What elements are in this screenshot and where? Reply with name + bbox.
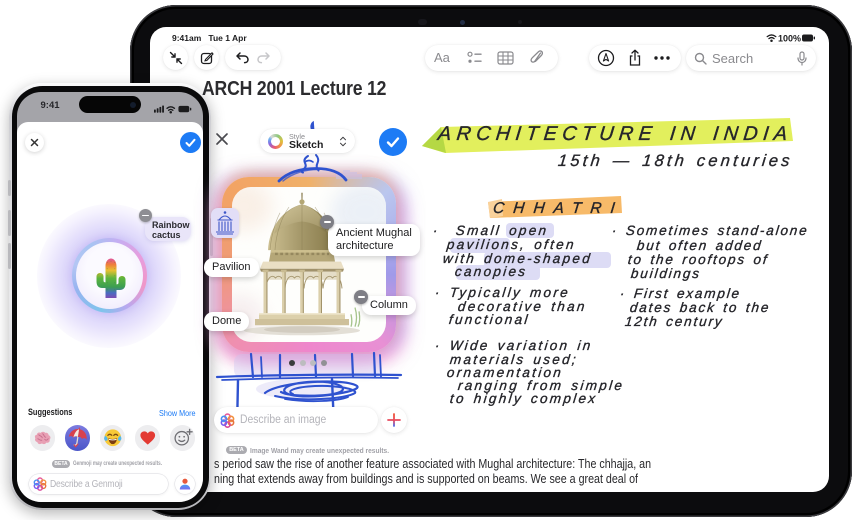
svg-text:100%: 100% (778, 34, 801, 44)
